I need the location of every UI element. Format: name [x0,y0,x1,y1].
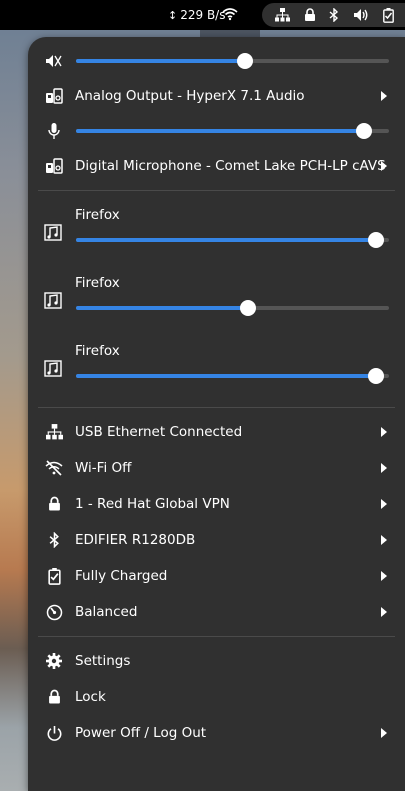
input-volume-fill [76,129,364,133]
battery-charged-icon [383,7,394,23]
input-volume-knob[interactable] [355,123,372,139]
input-volume-slider[interactable] [76,123,389,139]
up-down-arrows-icon: ↕ [168,8,178,22]
system-menu: Analog Output - HyperX 7.1 Audio Digital… [28,37,405,791]
input-volume-row [28,113,405,149]
power-icon [44,723,64,743]
app-volume-slider[interactable] [76,300,389,316]
app-stream-name: Firefox [75,207,120,223]
vpn-menu-item[interactable]: 1 - Red Hat Global VPN [28,486,405,522]
app-volume-knob[interactable] [368,368,385,384]
separator [38,636,395,637]
separator [38,190,395,191]
input-device-selector[interactable]: Digital Microphone - Comet Lake PCH-LP c… [28,148,405,184]
vpn-label: 1 - Red Hat Global VPN [75,496,230,512]
settings-menu-item[interactable]: Settings [28,643,405,679]
app-volume-fill [76,374,377,378]
chevron-right-icon [381,499,387,509]
settings-label: Settings [75,653,131,669]
battery-charged-icon [44,566,64,586]
battery-menu-item[interactable]: Fully Charged [28,558,405,594]
wifi-label: Wi-Fi Off [75,460,132,476]
lock-icon [44,494,64,514]
network-speed-text: 229 B/s [180,8,226,22]
app-stream-name: Firefox [75,343,120,359]
power-mode-gauge-icon [44,602,64,622]
top-bar: ↕ 229 B/s [0,0,405,30]
gear-icon [44,651,64,671]
system-tray-button[interactable] [262,3,405,27]
power-off-menu-item[interactable]: Power Off / Log Out [28,715,405,751]
firefox-app-icon [44,223,64,243]
bluetooth-label: EDIFIER R1280DB [75,532,196,548]
volume-icon [353,8,369,22]
app-stream-name: Firefox [75,275,120,291]
chevron-right-icon [381,91,387,101]
wifi-status-icon [222,7,238,21]
firefox-app-icon [44,291,64,311]
separator [38,407,395,408]
bluetooth-icon [44,530,64,550]
chevron-right-icon [381,427,387,437]
chevron-right-icon [381,463,387,473]
vpn-lock-icon [304,8,316,22]
power-mode-menu-item[interactable]: Balanced [28,594,405,630]
output-volume-row [28,43,405,79]
output-device-label: Analog Output - HyperX 7.1 Audio [75,88,305,104]
audio-device-icon [44,86,64,106]
output-volume-slider[interactable] [76,53,389,69]
output-volume-fill [76,59,246,63]
lock-icon [44,687,64,707]
ethernet-label: USB Ethernet Connected [75,424,243,440]
app-volume-slider[interactable] [76,368,389,384]
app-volume-knob[interactable] [240,300,257,316]
microphone-icon[interactable] [44,121,64,141]
output-volume-knob[interactable] [237,53,254,69]
wifi-menu-item[interactable]: Wi-Fi Off [28,450,405,486]
bluetooth-menu-item[interactable]: EDIFIER R1280DB [28,522,405,558]
chevron-right-icon [381,607,387,617]
power-mode-label: Balanced [75,604,138,620]
ethernet-menu-item[interactable]: USB Ethernet Connected [28,414,405,450]
speaker-muted-icon[interactable] [44,51,64,71]
audio-device-icon [44,156,64,176]
app-volume-fill [76,306,249,310]
chevron-right-icon [381,535,387,545]
chevron-right-icon [381,161,387,171]
wifi-off-icon [44,458,64,478]
input-device-label: Digital Microphone - Comet Lake PCH-LP c… [75,158,386,174]
lock-menu-item[interactable]: Lock [28,679,405,715]
bluetooth-icon [329,8,339,22]
app-volume-knob[interactable] [368,232,385,248]
chevron-right-icon [381,571,387,581]
wired-network-icon [274,8,290,22]
network-speed-indicator: ↕ 229 B/s [168,8,225,22]
wired-network-icon [44,422,64,442]
output-device-selector[interactable]: Analog Output - HyperX 7.1 Audio [28,78,405,114]
lock-label: Lock [75,689,106,705]
power-off-label: Power Off / Log Out [75,725,207,741]
app-volume-slider[interactable] [76,232,389,248]
battery-label: Fully Charged [75,568,168,584]
app-volume-fill [76,238,377,242]
chevron-right-icon [381,728,387,738]
firefox-app-icon [44,359,64,379]
